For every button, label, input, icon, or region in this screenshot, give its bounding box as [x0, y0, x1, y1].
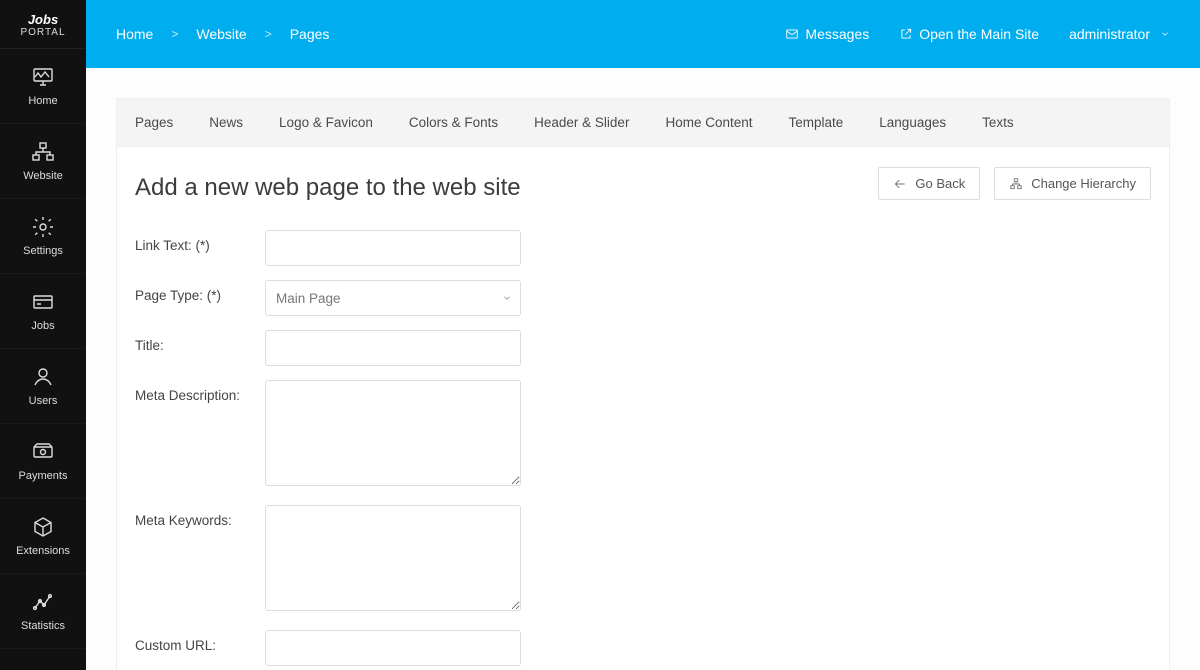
user-menu[interactable]: administrator	[1069, 26, 1170, 42]
sidebar-item-extensions[interactable]: Extensions	[0, 499, 86, 574]
sitemap-icon	[31, 140, 55, 164]
hierarchy-icon	[1009, 177, 1023, 191]
tab-header-slider[interactable]: Header & Slider	[534, 99, 629, 146]
go-back-button[interactable]: Go Back	[878, 167, 980, 200]
title-label: Title:	[135, 330, 265, 353]
tab-template[interactable]: Template	[789, 99, 844, 146]
tab-home-content[interactable]: Home Content	[665, 99, 752, 146]
change-hierarchy-label: Change Hierarchy	[1031, 176, 1136, 191]
sidebar-item-label: Users	[29, 395, 58, 407]
chevron-right-icon: >	[171, 27, 178, 41]
sidebar-item-label: Extensions	[16, 545, 70, 557]
sidebar-item-label: Website	[23, 170, 63, 182]
sidebar-item-label: Statistics	[21, 620, 65, 632]
sidebar-item-label: Payments	[19, 470, 68, 482]
messages-label: Messages	[805, 26, 869, 42]
breadcrumb-item-website[interactable]: Website	[196, 26, 246, 42]
sidebar-item-label: Home	[28, 95, 57, 107]
breadcrumb-item-pages[interactable]: Pages	[290, 26, 330, 42]
mail-icon	[785, 27, 799, 41]
custom-url-label: Custom URL:	[135, 630, 265, 653]
monitor-icon	[31, 65, 55, 89]
link-text-input[interactable]	[265, 230, 521, 266]
card-icon	[31, 290, 55, 314]
topbar: Home > Website > Pages Messages Open the…	[86, 0, 1200, 68]
brand-subtitle: PORTAL	[4, 27, 82, 38]
change-hierarchy-button[interactable]: Change Hierarchy	[994, 167, 1151, 200]
top-actions: Messages Open the Main Site administrato…	[785, 26, 1170, 42]
meta-description-label: Meta Description:	[135, 380, 265, 403]
brand-title: Jobs	[4, 12, 82, 27]
meta-description-textarea[interactable]	[265, 380, 521, 486]
sidebar-item-website[interactable]: Website	[0, 124, 86, 199]
open-main-label: Open the Main Site	[919, 26, 1039, 42]
tab-texts[interactable]: Texts	[982, 99, 1014, 146]
link-text-label: Link Text: (*)	[135, 230, 265, 253]
meta-keywords-textarea[interactable]	[265, 505, 521, 611]
cube-icon	[31, 515, 55, 539]
chevron-right-icon: >	[265, 27, 272, 41]
sidebar-item-label: Settings	[23, 245, 63, 257]
sidebar: Jobs PORTAL Home Website Settings Jobs U…	[0, 0, 86, 670]
tab-news[interactable]: News	[209, 99, 243, 146]
back-arrow-icon	[893, 177, 907, 191]
title-input[interactable]	[265, 330, 521, 366]
brand-logo: Jobs PORTAL	[0, 0, 86, 49]
messages-link[interactable]: Messages	[785, 26, 869, 42]
panel: Go Back Change Hierarchy Add a new web p…	[116, 147, 1170, 670]
page-type-select[interactable]: Main Page	[265, 280, 521, 316]
chevron-down-icon	[1160, 29, 1170, 39]
tab-languages[interactable]: Languages	[879, 99, 946, 146]
tab-colors-fonts[interactable]: Colors & Fonts	[409, 99, 498, 146]
sidebar-item-home[interactable]: Home	[0, 49, 86, 124]
tabs-bar: Pages News Logo & Favicon Colors & Fonts…	[116, 98, 1170, 147]
user-name: administrator	[1069, 26, 1150, 42]
main-area: Home > Website > Pages Messages Open the…	[86, 0, 1200, 670]
open-main-site-link[interactable]: Open the Main Site	[899, 26, 1039, 42]
sidebar-item-payments[interactable]: Payments	[0, 424, 86, 499]
sidebar-item-settings[interactable]: Settings	[0, 199, 86, 274]
sidebar-item-jobs[interactable]: Jobs	[0, 274, 86, 349]
go-back-label: Go Back	[915, 176, 965, 191]
analytics-icon	[31, 590, 55, 614]
page-type-label: Page Type: (*)	[135, 280, 265, 303]
tab-logo-favicon[interactable]: Logo & Favicon	[279, 99, 373, 146]
content-wrap: Pages News Logo & Favicon Colors & Fonts…	[86, 68, 1200, 670]
tab-pages[interactable]: Pages	[135, 99, 173, 146]
custom-url-input[interactable]	[265, 630, 521, 666]
sidebar-item-statistics[interactable]: Statistics	[0, 574, 86, 649]
breadcrumb-item-home[interactable]: Home	[116, 26, 153, 42]
meta-keywords-label: Meta Keywords:	[135, 505, 265, 528]
breadcrumb: Home > Website > Pages	[116, 26, 329, 42]
sidebar-item-label: Jobs	[31, 320, 54, 332]
external-link-icon	[899, 27, 913, 41]
sidebar-item-users[interactable]: Users	[0, 349, 86, 424]
money-icon	[31, 440, 55, 464]
gear-icon	[31, 215, 55, 239]
user-icon	[31, 365, 55, 389]
